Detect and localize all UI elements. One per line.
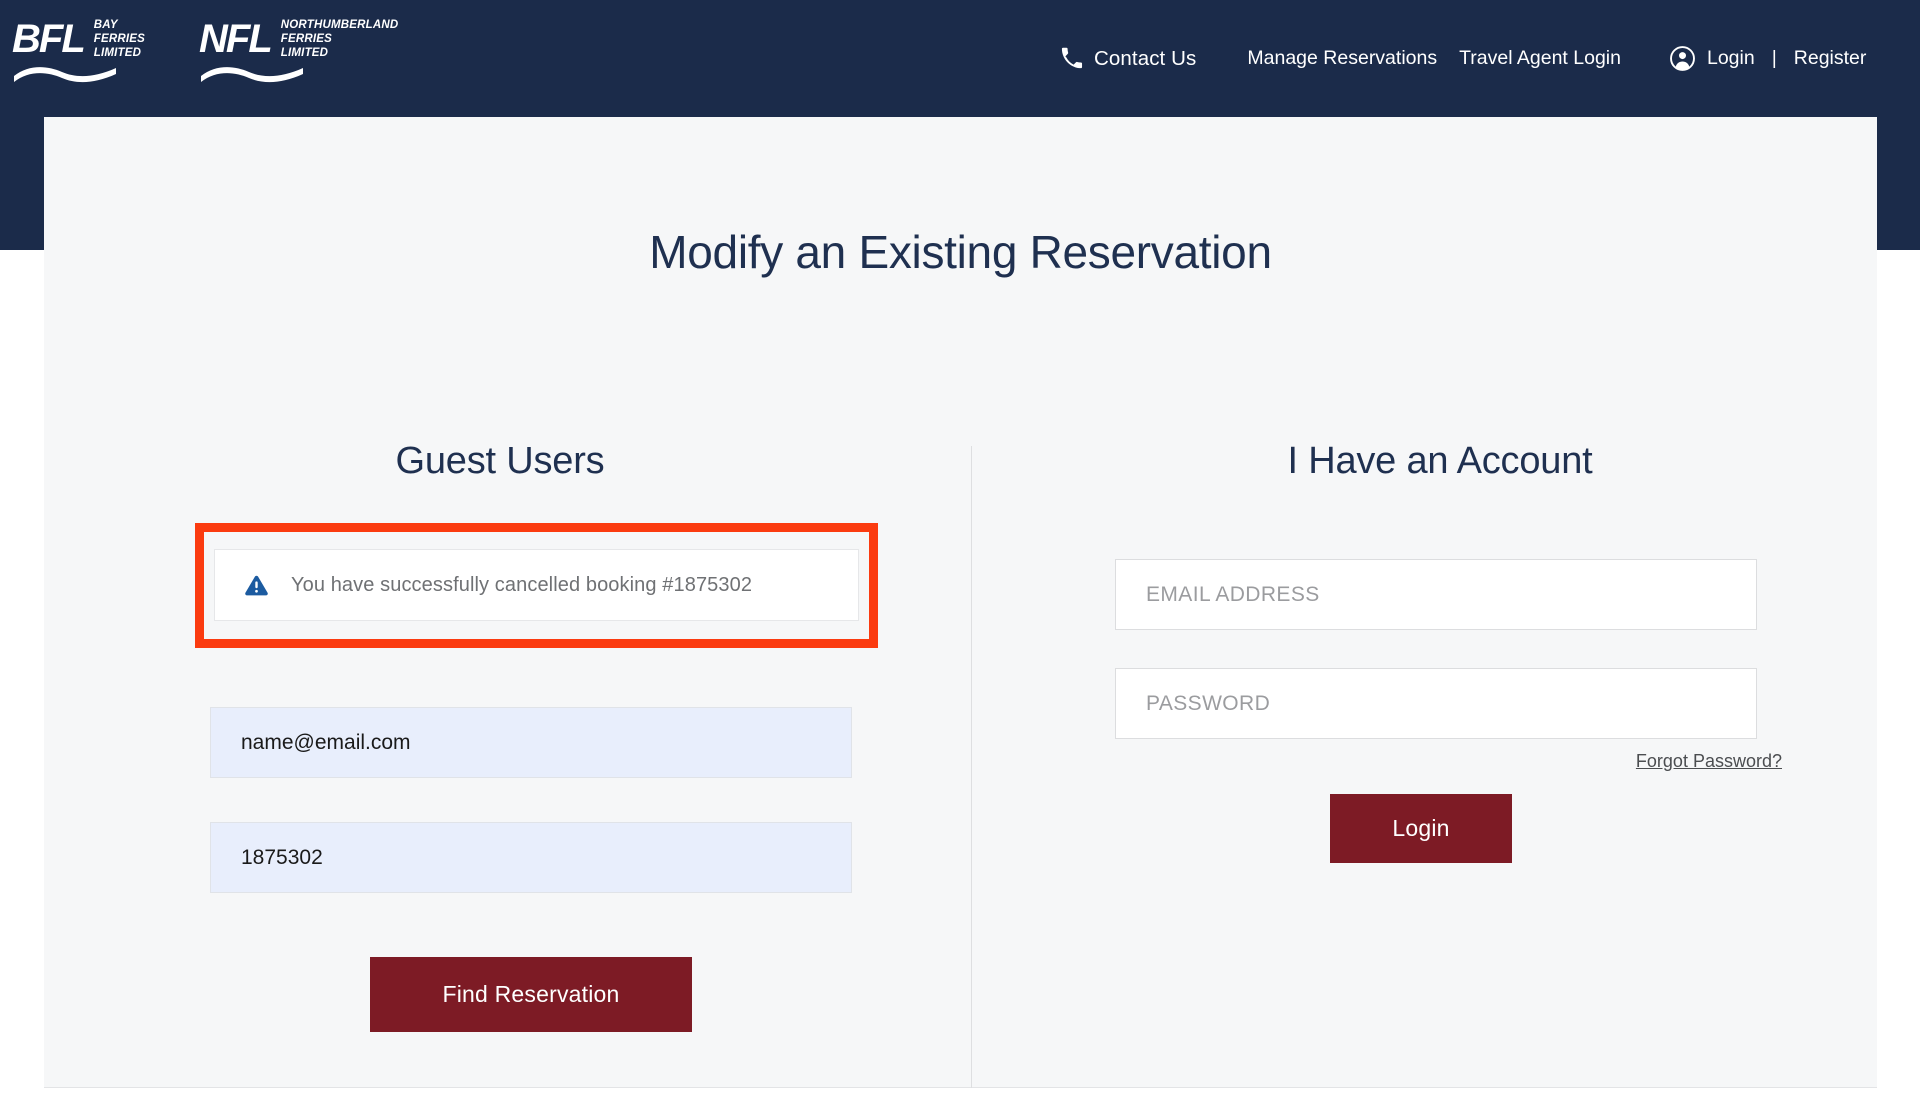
account-form-fields: EMAIL ADDRESS PASSWORD <box>1115 559 1790 739</box>
wave-icon <box>201 67 304 83</box>
cancellation-alert-message: You have successfully cancelled booking … <box>291 573 753 596</box>
wave-icon <box>14 67 116 83</box>
contact-us-label: Contact Us <box>1094 46 1197 70</box>
bfl-line-3: LIMITED <box>93 47 142 60</box>
bfl-line-2: FERRIES <box>93 33 146 46</box>
page-root: BFL BAY FERRIES LIMITED NFL NORTHUMBERLA… <box>0 0 1920 1116</box>
login-button[interactable]: Login <box>1330 794 1512 863</box>
account-password-input[interactable]: PASSWORD <box>1115 668 1757 739</box>
account-password-placeholder: PASSWORD <box>1146 691 1271 715</box>
account-email-input[interactable]: EMAIL ADDRESS <box>1115 559 1757 630</box>
guest-users-title: Guest Users <box>395 440 605 482</box>
warning-triangle-icon <box>245 575 268 595</box>
bay-ferries-logo[interactable]: BFL BAY FERRIES LIMITED <box>12 18 145 85</box>
login-link[interactable]: Login <box>1707 47 1755 70</box>
guest-email-input[interactable]: name@email.com <box>210 707 852 778</box>
user-circle-icon <box>1670 46 1695 71</box>
column-divider <box>971 446 972 1088</box>
guest-users-column: Guest Users You have successfully cancel… <box>150 440 878 1032</box>
account-email-placeholder: EMAIL ADDRESS <box>1146 582 1320 606</box>
cancellation-alert: You have successfully cancelled booking … <box>214 549 859 621</box>
account-title: I Have an Account <box>1287 440 1593 482</box>
bfl-line-1: BAY <box>93 19 118 31</box>
nfl-logo-mark: NFL <box>199 17 273 62</box>
alert-highlight-box: You have successfully cancelled booking … <box>195 523 878 648</box>
nfl-logo-words: NORTHUMBERLAND FERRIES LIMITED <box>281 18 399 60</box>
northumberland-ferries-logo[interactable]: NFL NORTHUMBERLAND FERRIES LIMITED <box>199 18 398 85</box>
travel-agent-login-link[interactable]: Travel Agent Login <box>1459 47 1621 70</box>
bfl-logo-words: BAY FERRIES LIMITED <box>94 18 145 60</box>
guest-booking-number-input[interactable]: 1875302 <box>210 822 852 893</box>
nfl-line-3: LIMITED <box>280 47 329 60</box>
guest-form-fields: name@email.com 1875302 <box>210 707 852 893</box>
account-links: Login | Register <box>1669 45 1866 72</box>
find-reservation-button[interactable]: Find Reservation <box>370 957 692 1032</box>
page-title: Modify an Existing Reservation <box>649 226 1272 278</box>
left-navy-rail <box>0 117 44 250</box>
nfl-line-1: NORTHUMBERLAND <box>280 19 399 31</box>
contact-us-link[interactable]: Contact Us <box>1060 47 1196 71</box>
nav-separator: | <box>1771 47 1777 69</box>
phone-icon <box>1061 47 1083 69</box>
right-navy-rail <box>1877 117 1920 250</box>
brand-logos: BFL BAY FERRIES LIMITED NFL NORTHUMBERLA… <box>12 18 398 85</box>
top-navigation: Contact Us Manage Reservations Travel Ag… <box>1060 0 1866 117</box>
account-column: I Have an Account EMAIL ADDRESS PASSWORD… <box>1090 440 1790 863</box>
nfl-line-2: FERRIES <box>280 33 333 46</box>
forgot-password-link[interactable]: Forgot Password? <box>1636 751 1782 771</box>
manage-reservations-link[interactable]: Manage Reservations <box>1247 47 1437 70</box>
forgot-password-row: Forgot Password? <box>1115 751 1782 772</box>
register-link[interactable]: Register <box>1794 47 1867 70</box>
bfl-logo-mark: BFL <box>12 17 86 62</box>
